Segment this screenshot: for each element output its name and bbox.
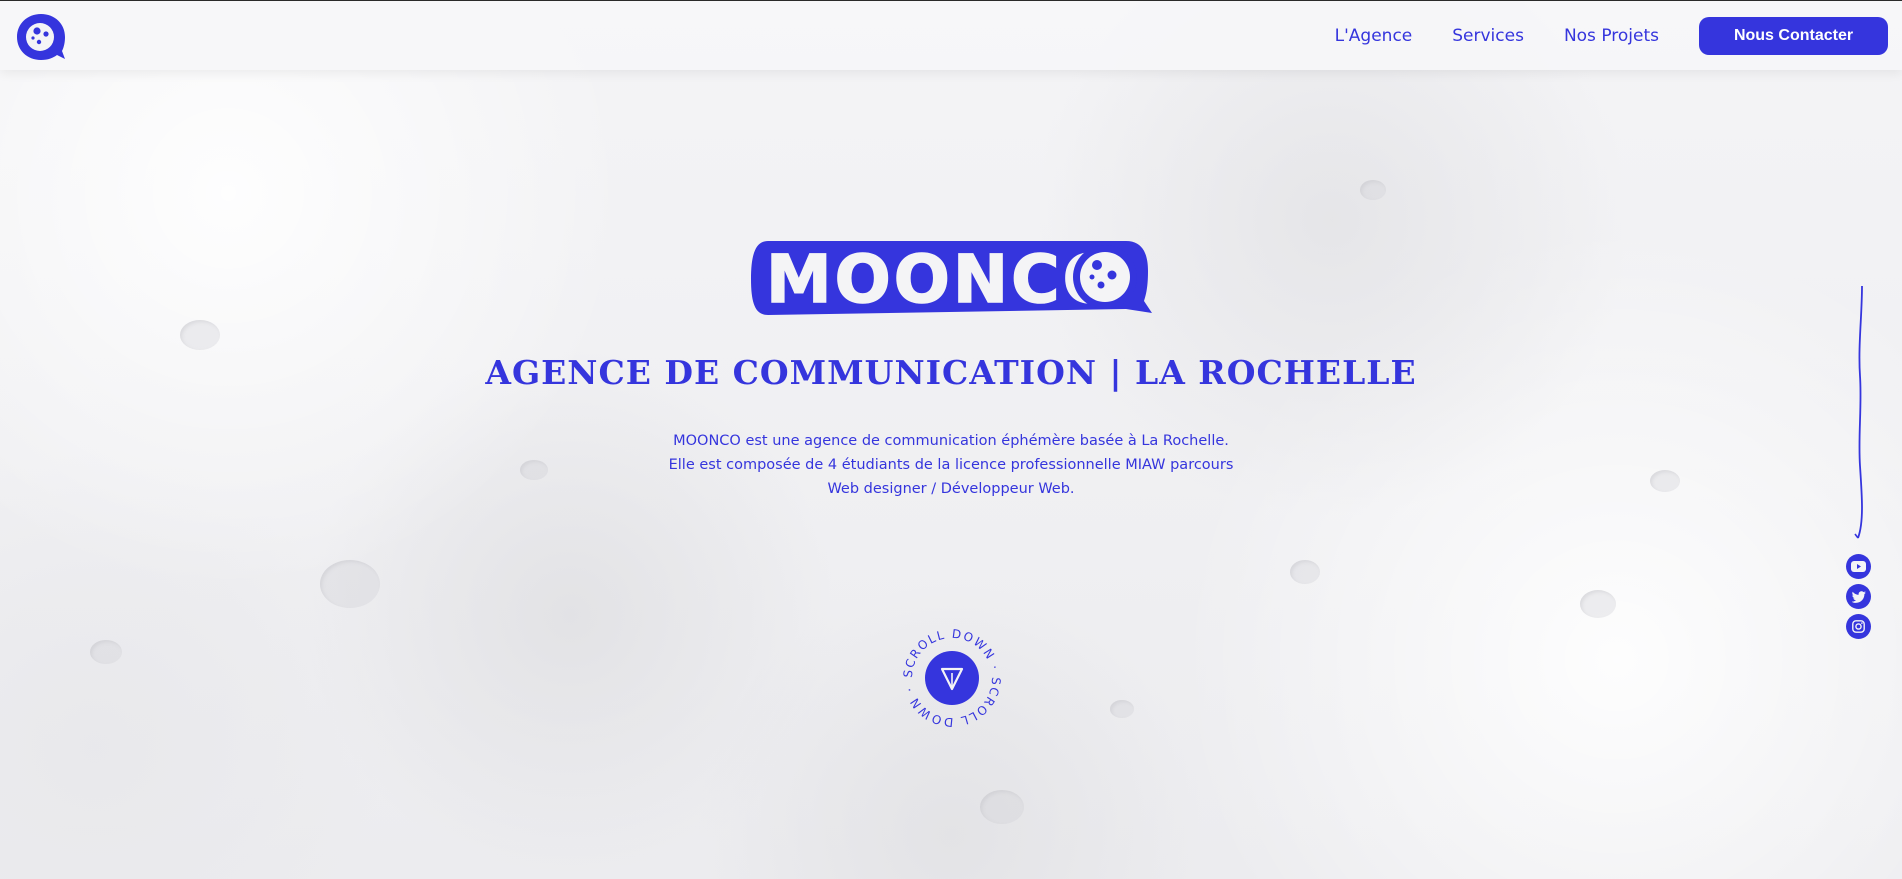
youtube-icon[interactable] xyxy=(1846,554,1871,579)
moonco-logo-icon[interactable] xyxy=(15,12,67,62)
twitter-icon[interactable] xyxy=(1846,584,1871,609)
moonco-wordmark-logo: MOONCO xyxy=(751,240,1152,319)
hero-logo-text: MOONCO xyxy=(766,241,1122,318)
contact-button[interactable]: Nous Contacter xyxy=(1699,17,1888,55)
hero-description-line2: Elle est composée de 4 étudiants de la l… xyxy=(668,457,1234,497)
instagram-icon[interactable] xyxy=(1846,614,1871,639)
hero-description-line1: MOONCO est une agence de communication é… xyxy=(673,433,1229,449)
nav-link-services[interactable]: Services xyxy=(1452,17,1524,55)
hero-description: MOONCO est une agence de communication é… xyxy=(661,429,1241,501)
main-nav: L'Agence Services Nos Projets Nous Conta… xyxy=(1335,17,1888,55)
nav-link-projets[interactable]: Nos Projets xyxy=(1564,17,1659,55)
top-navbar: L'Agence Services Nos Projets Nous Conta… xyxy=(0,0,1902,70)
side-wavy-line xyxy=(1854,286,1863,539)
hero-tagline: AGENCE DE COMMUNICATION | LA ROCHELLE xyxy=(485,353,1417,392)
scroll-down-button[interactable]: SCROLL DOWN · SCROLL DOWN · xyxy=(901,627,1003,729)
nav-link-agence[interactable]: L'Agence xyxy=(1335,17,1413,55)
